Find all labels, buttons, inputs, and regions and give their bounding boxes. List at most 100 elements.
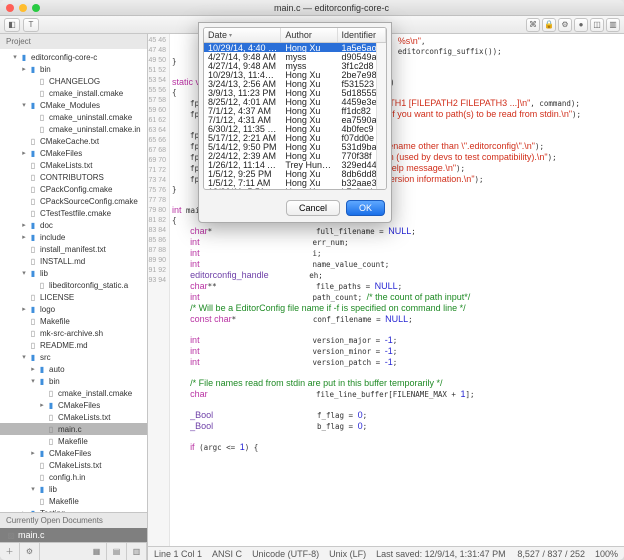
tree-label: CMakeFiles (58, 401, 100, 410)
tree-row[interactable]: ▯CONTRIBUTORS (0, 171, 147, 183)
chevron-down-icon[interactable]: ▾ (20, 269, 28, 277)
tree-row[interactable]: ▸▮CMakeFiles (0, 447, 147, 459)
tree-row[interactable]: ▸▮CMakeFiles (0, 147, 147, 159)
tree-row[interactable]: ▯README.md (0, 339, 147, 351)
chevron-right-icon[interactable]: ▸ (29, 365, 37, 373)
zoom-window-icon[interactable] (32, 4, 40, 12)
tree-row[interactable]: ▯cmake_uninstall.cmake (0, 111, 147, 123)
toolbar-tag-button[interactable]: ⌘ (526, 18, 540, 32)
file-icon: ▯ (46, 412, 56, 422)
tree-row[interactable]: ▯Makefile (0, 495, 147, 507)
tab-mode1[interactable]: ▦ (87, 543, 107, 560)
tree-row[interactable]: ▾▮src (0, 351, 147, 363)
tree-row[interactable]: ▯INSTALL.md (0, 255, 147, 267)
toolbar-dot-button[interactable]: ● (574, 18, 588, 32)
file-icon: ▯ (37, 496, 47, 506)
minimize-window-icon[interactable] (19, 4, 27, 12)
file-icon: ▯ (28, 184, 38, 194)
tree-row[interactable]: ▸▮CMakeFiles (0, 399, 147, 411)
tree-row[interactable]: ▾▮lib (0, 267, 147, 279)
tab-gear-icon[interactable]: ⚙ (20, 543, 40, 560)
toolbar-back-button[interactable]: ◧ (4, 18, 20, 32)
tree-row[interactable]: ▯CMakeLists.txt (0, 159, 147, 171)
col-date[interactable]: Date▾ (204, 28, 281, 42)
folder-icon: ▮ (37, 448, 47, 458)
tree-row[interactable]: ▯main.c (0, 423, 147, 435)
tree-row[interactable]: ▯cmake_install.cmake (0, 87, 147, 99)
file-icon: ▯ (46, 436, 56, 446)
chevron-right-icon[interactable]: ▸ (20, 233, 28, 241)
toolbar-text-button[interactable]: T (23, 18, 39, 32)
tree-row[interactable]: ▯CPackSourceConfig.cmake (0, 195, 147, 207)
tree-row[interactable]: ▯CMakeCache.txt (0, 135, 147, 147)
tree-row[interactable]: ▯CTestTestfile.cmake (0, 207, 147, 219)
tree-row[interactable]: ▸▮auto (0, 363, 147, 375)
file-icon: ▯ (28, 244, 38, 254)
tree-label: CMake_Modules (40, 101, 100, 110)
tab-add-icon[interactable]: ＋ (0, 543, 20, 560)
line-endings[interactable]: Unix (LF) (329, 549, 366, 559)
chevron-down-icon[interactable]: ▾ (11, 53, 19, 61)
table-cell: Hong Xu (281, 187, 337, 190)
table-scrollbar[interactable] (376, 43, 386, 189)
folder-icon: ▮ (37, 484, 47, 494)
tree-row[interactable]: ▯config.h.in (0, 471, 147, 483)
tree-row[interactable]: ▯Makefile (0, 315, 147, 327)
toolbar-panel-button[interactable]: ◫ (590, 18, 604, 32)
toolbar-split-button[interactable]: ▥ (606, 18, 620, 32)
tree-row[interactable]: ▾▮CMake_Modules (0, 99, 147, 111)
tree-row[interactable]: ▯CMakeLists.txt (0, 459, 147, 471)
toolbar-lock-button[interactable]: 🔒 (542, 18, 556, 32)
sidebar-tabstrip: ＋ ⚙ ▦ ▤ ▥ (0, 542, 147, 560)
table-body[interactable]: 10/29/14, 4:40 PMHong Xu1a5e5ao4/27/14, … (204, 43, 386, 189)
col-identifier[interactable]: Identifier (338, 28, 386, 42)
tree-row[interactable]: ▯install_manifest.txt (0, 243, 147, 255)
chevron-right-icon[interactable]: ▸ (20, 305, 28, 313)
tree-row[interactable]: ▸▮bin (0, 63, 147, 75)
tree-row[interactable]: ▸▮logo (0, 303, 147, 315)
tree-row[interactable]: ▸▮include (0, 231, 147, 243)
toolbar-gear-button[interactable]: ⚙ (558, 18, 572, 32)
tree-label: mk-src-archive.sh (40, 329, 103, 338)
tree-row[interactable]: ▯CMakeLists.txt (0, 411, 147, 423)
file-tree[interactable]: ▾▮editorconfig-core-c▸▮bin▯CHANGELOG▯cma… (0, 49, 147, 512)
zoom-level[interactable]: 100% (595, 549, 618, 559)
tree-row[interactable]: ▸▮doc (0, 219, 147, 231)
cancel-button[interactable]: Cancel (286, 200, 340, 216)
chevron-down-icon[interactable]: ▾ (20, 101, 28, 109)
chevron-right-icon[interactable]: ▸ (20, 149, 28, 157)
chevron-down-icon[interactable]: ▾ (29, 485, 37, 493)
chevron-down-icon[interactable]: ▾ (20, 353, 28, 361)
table-row[interactable]: 12/30/11, 5:51 AMHong Xub7c8ceb (204, 187, 386, 189)
language-mode[interactable]: ANSI C (212, 549, 242, 559)
tree-label: Makefile (58, 437, 88, 446)
chevron-right-icon[interactable]: ▸ (29, 449, 37, 457)
open-file-item[interactable]: ▨ main.c (0, 528, 147, 542)
tab-mode2[interactable]: ▤ (107, 543, 127, 560)
tree-label: editorconfig-core-c (31, 53, 97, 62)
tree-row[interactable]: ▯LICENSE (0, 291, 147, 303)
encoding[interactable]: Unicode (UTF-8) (252, 549, 319, 559)
ok-button[interactable]: OK (346, 200, 385, 216)
tree-row[interactable]: ▯libeditorconfig_static.a (0, 279, 147, 291)
tree-label: LICENSE (40, 293, 74, 302)
tree-label: CMakeLists.txt (40, 161, 92, 170)
chevron-right-icon[interactable]: ▸ (38, 401, 46, 409)
chevron-right-icon[interactable]: ▸ (20, 221, 28, 229)
col-author[interactable]: Author (281, 28, 337, 42)
chevron-right-icon[interactable]: ▸ (20, 65, 28, 73)
tree-row[interactable]: ▾▮lib (0, 483, 147, 495)
close-window-icon[interactable] (6, 4, 14, 12)
tree-label: doc (40, 221, 53, 230)
tree-row[interactable]: ▾▮bin (0, 375, 147, 387)
tree-row[interactable]: ▯cmake_uninstall.cmake.in (0, 123, 147, 135)
tree-row[interactable]: ▾▮editorconfig-core-c (0, 51, 147, 63)
tab-mode3[interactable]: ▥ (127, 543, 147, 560)
tree-row[interactable]: ▯cmake_install.cmake (0, 387, 147, 399)
tree-row[interactable]: ▯mk-src-archive.sh (0, 327, 147, 339)
tree-row[interactable]: ▯CHANGELOG (0, 75, 147, 87)
tree-row[interactable]: ▯CPackConfig.cmake (0, 183, 147, 195)
file-icon: ▯ (46, 388, 56, 398)
tree-row[interactable]: ▯Makefile (0, 435, 147, 447)
chevron-down-icon[interactable]: ▾ (29, 377, 37, 385)
